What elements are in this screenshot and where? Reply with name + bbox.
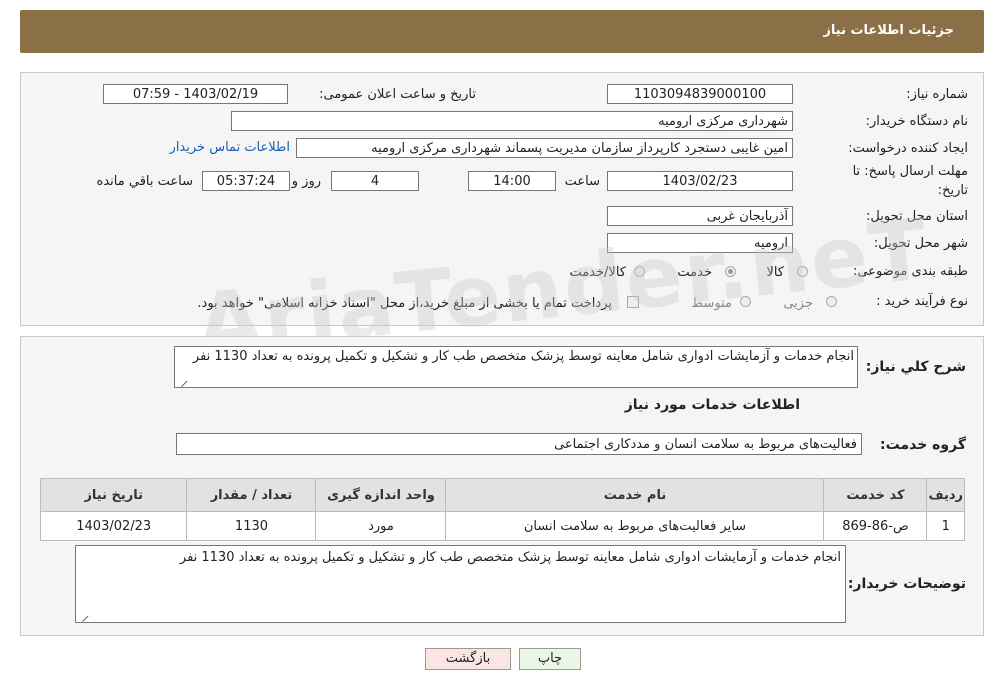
buyer-contact-link[interactable]: اطلاعات تماس خریدار [170,140,290,155]
deadline-date-field[interactable]: 1403/02/23 [607,171,793,191]
province-field[interactable]: آذربایجان غربی [607,206,793,226]
buyer-notes-text: انجام خدمات و آزمایشات ادواری شامل معاین… [179,550,841,565]
treasury-payment-checkbox[interactable] [627,296,639,308]
cell-need-date: 1403/02/23 [39,511,188,541]
buyer-org-label: نام دستگاه خریدار: [865,114,968,129]
remaining-time-field[interactable]: 05:37:24 [202,171,290,191]
buyer-notes-label: توضیحات خریدار: [847,576,966,592]
resize-grip-icon[interactable] [175,374,188,388]
cell-row-number: 1 [926,511,965,541]
cell-service-name: سایر فعالیت‌های مربوط به سلامت انسان [445,511,825,541]
category-option-service: خدمت [677,265,712,280]
col-service-code: کد خدمت [823,478,928,512]
creator-label: ایجاد کننده درخواست: [848,141,968,156]
col-service-name: نام خدمت [445,478,825,512]
treasury-payment-note: پرداخت تمام یا بخشی از مبلغ خرید،از محل … [197,296,612,311]
days-field[interactable]: 4 [331,171,419,191]
summary-textarea[interactable]: انجام خدمات و آزمایشات ادواری شامل معاین… [174,346,858,388]
process-radio-medium[interactable] [740,296,751,307]
creator-field[interactable]: امین غایبی دستجرد کارپرداز سازمان مدیریت… [296,138,793,158]
province-label: استان محل تحویل: [866,209,968,224]
process-radio-minor[interactable] [826,296,837,307]
category-radio-service[interactable] [725,266,736,277]
announce-label: تاریخ و ساعت اعلان عمومی: [319,87,476,102]
process-option-medium: متوسط [691,296,732,311]
category-option-goods-service: کالا/خدمت [569,265,626,280]
city-label: شهر محل تحویل: [873,236,968,251]
print-button[interactable]: چاپ [519,648,581,670]
deadline-time-field[interactable]: 14:00 [468,171,556,191]
process-label: نوع فرآیند خرید : [876,294,968,309]
col-unit: واحد اندازه گیری [315,478,447,512]
col-row-number: ردیف [926,478,965,512]
days-label: روز و [291,174,321,189]
category-radio-goods-service[interactable] [634,266,645,277]
summary-text: انجام خدمات و آزمایشات ادواری شامل معاین… [192,349,854,364]
col-quantity: تعداد / مقدار [186,478,317,512]
back-button[interactable]: بازگشت [425,648,511,670]
deadline-label: مهلت ارسال پاسخ: تا [852,164,968,179]
need-number-field[interactable]: 1103094839000100 [607,84,793,104]
page-header: جزئیات اطلاعات نیاز [20,10,984,53]
table-row: 1 ص-86-869 سایر فعالیت‌های مربوط به سلام… [39,511,965,541]
services-table: ردیف کد خدمت نام خدمت واحد اندازه گیری ت… [39,478,965,541]
category-radio-goods[interactable] [797,266,808,277]
announce-field[interactable]: 1403/02/19 - 07:59 [103,84,288,104]
category-label: طبقه بندی موضوعی: [852,264,968,279]
service-group-field[interactable]: فعالیت‌های مربوط به سلامت انسان و مددکار… [176,433,862,455]
deadline-time-label: ساعت [564,174,600,189]
remaining-label: ساعت باقي مانده [96,174,193,189]
services-section-title: اطلاعات خدمات مورد نیاز [624,397,800,413]
process-option-minor: جزیی [783,296,813,311]
page-title: جزئیات اطلاعات نیاز [823,23,954,38]
resize-grip-icon[interactable] [76,609,89,623]
category-option-goods: کالا [766,265,784,280]
table-header-row: ردیف کد خدمت نام خدمت واحد اندازه گیری ت… [39,478,965,512]
city-field[interactable]: ارومیه [607,233,793,253]
cell-quantity: 1130 [186,511,317,541]
buyer-org-field[interactable]: شهرداری مرکزی ارومیه [231,111,793,131]
service-group-label: گروه خدمت: [880,437,966,453]
buyer-notes-textarea[interactable]: انجام خدمات و آزمایشات ادواری شامل معاین… [75,545,846,623]
cell-service-code: ص-86-869 [823,511,928,541]
summary-label: شرح کلي نياز: [865,359,966,375]
deadline-label-date: تاریخ: [937,183,968,198]
need-number-label: شماره نیاز: [906,87,968,102]
col-need-date: تاریخ نیاز [39,478,188,512]
cell-unit: مورد [315,511,447,541]
